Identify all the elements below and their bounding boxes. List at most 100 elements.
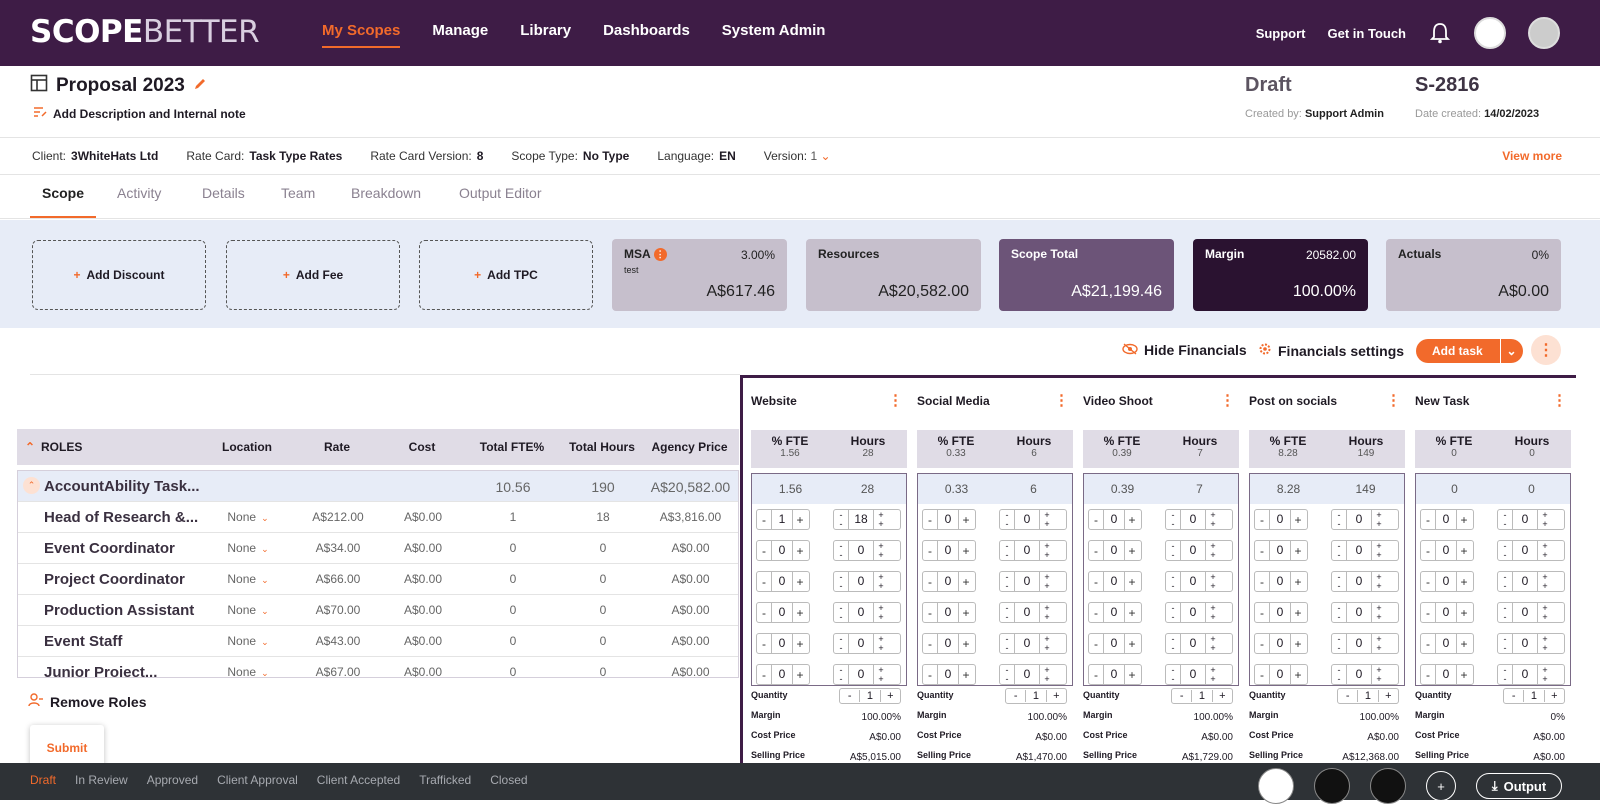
minus-icon[interactable]: - <box>923 513 937 527</box>
hours-stepper[interactable]: - -0 + + <box>999 540 1067 561</box>
plus-icon[interactable]: + + <box>874 541 888 560</box>
quantity-stepper[interactable]: -1 + <box>1503 688 1565 704</box>
hours-stepper[interactable]: - -0 + + <box>999 664 1067 685</box>
hours-stepper[interactable]: - -0 + + <box>1331 633 1399 654</box>
table-row[interactable]: Event Staff None ⌄ A$43.00 A$0.00 0 0 A$0.00 <box>18 625 738 656</box>
minus-icon[interactable]: - <box>1089 606 1103 620</box>
hours-stepper[interactable]: - -0 + + <box>1497 509 1565 530</box>
fte-stepper[interactable]: -0 + <box>1420 664 1474 685</box>
tab-details[interactable]: Details <box>202 185 245 201</box>
output-button[interactable]: ⤓ Output <box>1476 773 1562 799</box>
minus-icon[interactable]: - <box>1255 544 1269 558</box>
minus-icon[interactable]: -- <box>1332 634 1346 653</box>
plus-icon[interactable]: + + <box>1206 634 1220 653</box>
plus-icon[interactable]: + <box>1291 513 1305 527</box>
role-group-row[interactable]: ⌃ AccountAbility Task... 10.56 190 A$20,… <box>18 471 738 501</box>
version-select[interactable]: Version: 1 ⌄ <box>764 149 831 163</box>
remove-roles-button[interactable]: Remove Roles <box>28 693 146 710</box>
plus-icon[interactable]: + + <box>1372 634 1386 653</box>
status-client-approval[interactable]: Client Approval <box>217 773 298 787</box>
add-description-link[interactable]: Add Description and Internal note <box>33 106 246 121</box>
minus-icon[interactable]: - <box>1338 690 1357 702</box>
add-tpc-button[interactable]: + Add TPC <box>419 240 593 310</box>
minus-icon[interactable]: - <box>1089 637 1103 651</box>
minus-icon[interactable]: -- <box>1000 572 1014 591</box>
plus-icon[interactable]: + <box>1125 606 1139 620</box>
minus-icon[interactable]: - <box>757 513 771 527</box>
plus-icon[interactable]: + <box>1457 637 1471 651</box>
plus-icon[interactable]: + <box>959 606 973 620</box>
minus-icon[interactable]: -- <box>834 634 848 653</box>
minus-icon[interactable]: -- <box>1166 603 1180 622</box>
plus-icon[interactable]: + <box>881 690 900 702</box>
add-discount-button[interactable]: + Add Discount <box>32 240 206 310</box>
hours-stepper[interactable]: - -0 + + <box>1165 571 1233 592</box>
hours-stepper[interactable]: - -0 + + <box>1331 602 1399 623</box>
nav-system-admin[interactable]: System Admin <box>722 0 826 66</box>
fte-stepper[interactable]: -0 + <box>756 571 810 592</box>
company-avatar[interactable] <box>1258 768 1294 804</box>
fte-stepper[interactable]: -0 + <box>756 664 810 685</box>
minus-icon[interactable]: - <box>757 575 771 589</box>
fte-stepper[interactable]: -0 + <box>1254 633 1308 654</box>
add-task-button[interactable]: Add task ⌄ <box>1416 339 1523 363</box>
status-client-accepted[interactable]: Client Accepted <box>317 773 400 787</box>
plus-icon[interactable]: + <box>793 575 807 589</box>
plus-icon[interactable]: + + <box>1538 603 1552 622</box>
minus-icon[interactable]: -- <box>1000 510 1014 529</box>
location-select[interactable]: None ⌄ <box>218 541 278 555</box>
plus-icon[interactable]: + + <box>1538 510 1552 529</box>
hours-stepper[interactable]: - -18 + + <box>833 509 901 530</box>
hours-stepper[interactable]: - -0 + + <box>833 633 901 654</box>
hours-stepper[interactable]: - -0 + + <box>1331 571 1399 592</box>
hours-stepper[interactable]: - -0 + + <box>833 540 901 561</box>
table-row[interactable]: Production Assistant None ⌄ A$70.00 A$0.00 0 0… <box>18 594 738 625</box>
minus-icon[interactable]: - <box>1421 575 1435 589</box>
hide-financials-button[interactable]: Hide Financials <box>1122 342 1247 358</box>
msa-card[interactable]: MSA ⋮ test 3.00% A$617.46 <box>612 239 787 311</box>
fte-stepper[interactable]: -0 + <box>922 602 976 623</box>
plus-icon[interactable]: + <box>1125 544 1139 558</box>
plus-icon[interactable]: + <box>793 544 807 558</box>
hours-stepper[interactable]: - -0 + + <box>1497 602 1565 623</box>
hours-stepper[interactable]: - -0 + + <box>999 571 1067 592</box>
plus-icon[interactable]: + <box>959 513 973 527</box>
plus-icon[interactable]: + <box>1379 690 1398 702</box>
minus-icon[interactable]: - <box>923 606 937 620</box>
plus-icon[interactable]: + + <box>1206 603 1220 622</box>
fte-stepper[interactable]: -0 + <box>756 633 810 654</box>
minus-icon[interactable]: - <box>1089 575 1103 589</box>
task-menu-icon[interactable]: ⋮ <box>1220 391 1235 409</box>
minus-icon[interactable]: -- <box>1166 634 1180 653</box>
minus-icon[interactable]: -- <box>1498 541 1512 560</box>
view-more-link[interactable]: View more <box>1502 149 1562 163</box>
minus-icon[interactable]: -- <box>1166 541 1180 560</box>
tab-team[interactable]: Team <box>281 185 315 201</box>
minus-icon[interactable]: -- <box>1332 572 1346 591</box>
fte-stepper[interactable]: -0 + <box>1254 571 1308 592</box>
user-avatar[interactable] <box>1528 17 1560 49</box>
minus-icon[interactable]: -- <box>834 572 848 591</box>
plus-icon[interactable]: + + <box>1040 665 1054 684</box>
plus-icon[interactable]: + <box>1291 606 1305 620</box>
get-in-touch-link[interactable]: Get in Touch <box>1328 26 1406 41</box>
fte-stepper[interactable]: -0 + <box>1420 571 1474 592</box>
minus-icon[interactable]: - <box>1255 575 1269 589</box>
hours-stepper[interactable]: - -0 + + <box>1331 540 1399 561</box>
minus-icon[interactable]: -- <box>1498 603 1512 622</box>
minus-icon[interactable]: -- <box>1166 665 1180 684</box>
minus-icon[interactable]: - <box>1504 690 1523 702</box>
fte-stepper[interactable]: -0 + <box>1088 509 1142 530</box>
team-member-avatar[interactable] <box>1370 768 1406 804</box>
minus-icon[interactable]: - <box>1421 668 1435 682</box>
plus-icon[interactable]: + <box>1047 690 1066 702</box>
minus-icon[interactable]: -- <box>1332 665 1346 684</box>
plus-icon[interactable]: + + <box>1538 665 1552 684</box>
plus-icon[interactable]: + <box>1291 544 1305 558</box>
minus-icon[interactable]: -- <box>1332 510 1346 529</box>
fte-stepper[interactable]: -0 + <box>756 540 810 561</box>
plus-icon[interactable]: + <box>959 575 973 589</box>
plus-icon[interactable]: + <box>959 544 973 558</box>
task-name[interactable]: Video Shoot <box>1083 394 1153 408</box>
minus-icon[interactable]: -- <box>1332 603 1346 622</box>
